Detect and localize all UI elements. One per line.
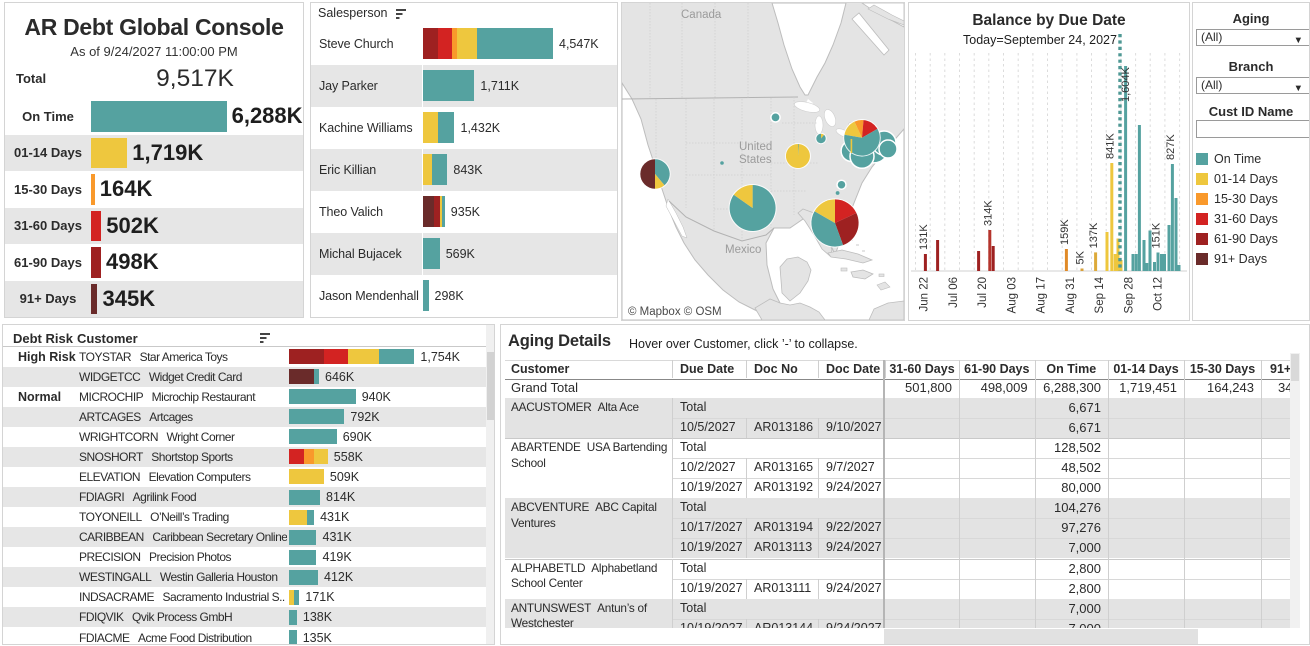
svg-text:Jul 06: Jul 06 (948, 277, 960, 308)
svg-text:Aug 17: Aug 17 (1036, 277, 1048, 313)
svg-text:Jul 20: Jul 20 (977, 277, 989, 308)
svg-text:137K: 137K (1088, 222, 1100, 248)
svg-text:States: States (739, 154, 772, 166)
svg-text:Sep 28: Sep 28 (1123, 277, 1135, 313)
svg-text:Mexico: Mexico (725, 244, 761, 256)
svg-text:314K: 314K (982, 200, 994, 226)
svg-text:131K: 131K (918, 224, 930, 250)
svg-text:841K: 841K (1104, 133, 1116, 159)
svg-text:151K: 151K (1151, 222, 1163, 248)
svg-text:Oct 12: Oct 12 (1153, 277, 1165, 311)
svg-text:Aug 31: Aug 31 (1065, 277, 1077, 313)
svg-text:159K: 159K (1059, 219, 1071, 245)
svg-text:Jun 22: Jun 22 (919, 277, 931, 312)
svg-text:5K: 5K (1075, 250, 1087, 264)
svg-text:United: United (739, 141, 772, 153)
svg-text:Sep 14: Sep 14 (1094, 276, 1106, 313)
svg-text:Canada: Canada (681, 9, 722, 21)
svg-text:1,604K: 1,604K (1120, 66, 1132, 102)
svg-text:Aug 03: Aug 03 (1006, 277, 1018, 313)
svg-text:© Mapbox © OSM: © Mapbox © OSM (628, 306, 722, 318)
svg-text:827K: 827K (1165, 134, 1177, 160)
